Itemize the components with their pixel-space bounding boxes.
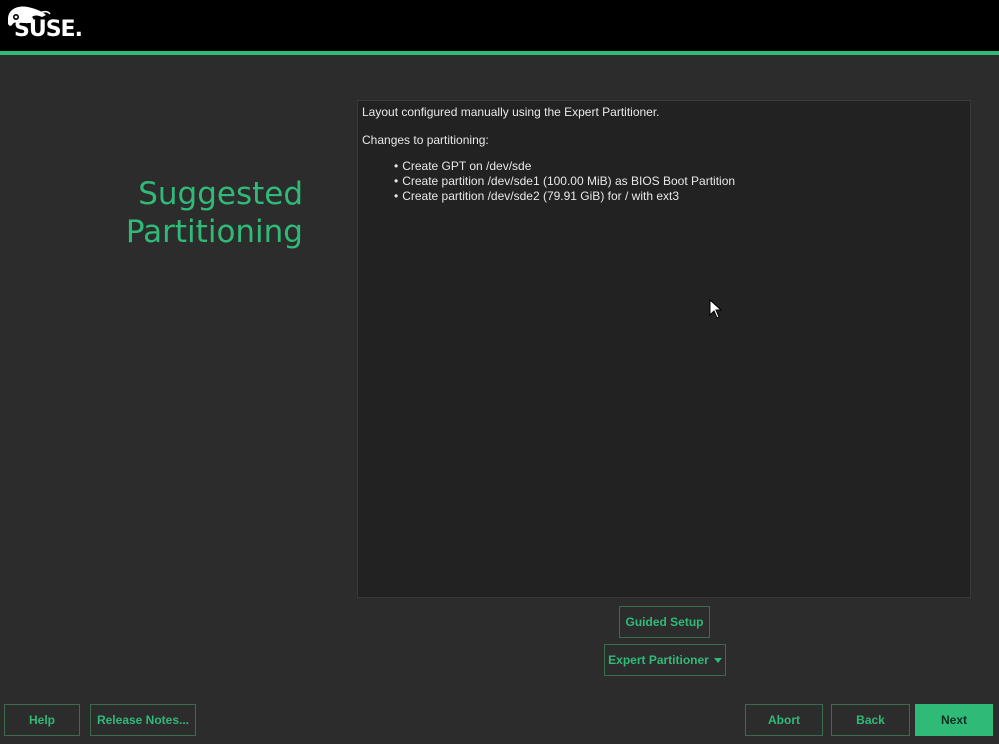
changes-list: Create GPT on /dev/sde Create partition … [362,159,966,204]
list-item: Create partition /dev/sde1 (100.00 MiB) … [394,174,966,189]
page-title-line-1: Suggested [138,176,303,212]
caret-down-icon [713,657,722,663]
header-bar: SUSE. [0,0,999,55]
summary-intro: Layout configured manually using the Exp… [362,105,660,119]
abort-button[interactable]: Abort [745,704,823,736]
release-notes-label: Release Notes... [96,713,190,727]
partitioning-summary-panel: Layout configured manually using the Exp… [357,100,971,598]
back-label: Back [856,713,885,727]
abort-label: Abort [768,713,800,727]
next-label: Next [940,713,967,727]
mouse-pointer-icon [709,299,723,319]
help-label: Help [28,713,55,727]
page-title-line-2: Partitioning [125,214,303,250]
guided-setup-button[interactable]: Guided Setup [619,606,710,638]
list-item: Create GPT on /dev/sde [394,159,966,174]
expert-partitioner-button[interactable]: Expert Partitioner [604,644,726,676]
list-item: Create partition /dev/sde2 (79.91 GiB) f… [394,189,966,204]
page-title: Suggested Partitioning [126,175,303,251]
release-notes-button[interactable]: Release Notes... [90,704,196,736]
changes-heading: Changes to partitioning: [362,133,489,147]
expert-partitioner-label: Expert Partitioner [608,653,709,667]
back-button[interactable]: Back [831,704,910,736]
next-button[interactable]: Next [915,704,993,736]
help-button[interactable]: Help [4,704,80,736]
guided-setup-label: Guided Setup [625,615,704,629]
suse-logo-text: SUSE. [14,17,83,42]
